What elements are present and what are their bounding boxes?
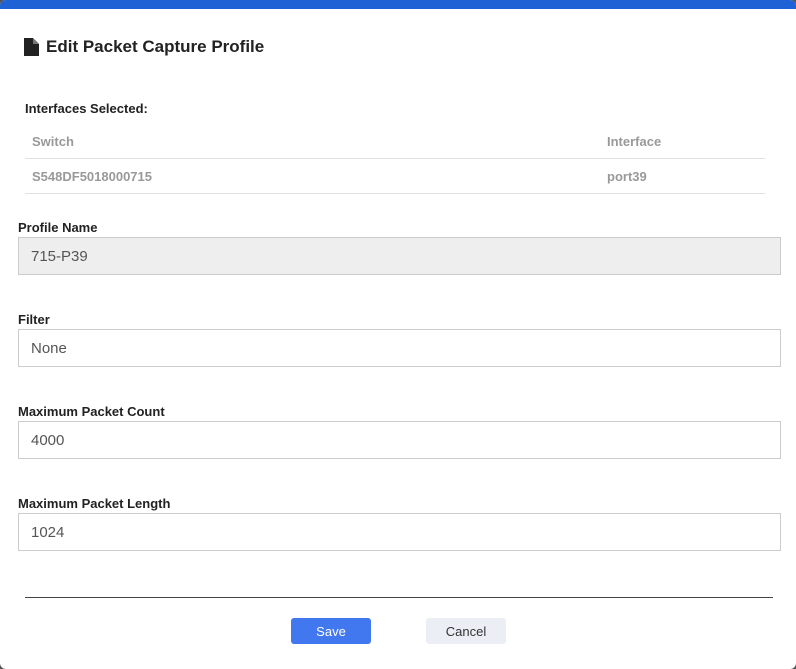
max-packet-length-input[interactable] (18, 513, 781, 551)
divider (25, 597, 773, 598)
column-switch: Switch (32, 133, 74, 149)
table-header: Switch Interface (25, 124, 765, 159)
profile-name-label: Profile Name (18, 220, 98, 235)
cell-interface: port39 (607, 168, 647, 184)
filter-label: Filter (18, 312, 50, 327)
dialog-header-bar (0, 0, 796, 9)
max-packet-count-input[interactable] (18, 421, 781, 459)
cancel-button[interactable]: Cancel (426, 618, 506, 644)
dialog-title-text: Edit Packet Capture Profile (46, 37, 265, 56)
max-packet-count-label: Maximum Packet Count (18, 404, 165, 419)
cell-switch: S548DF5018000715 (32, 168, 152, 184)
table-row: S548DF5018000715 port39 (25, 159, 765, 194)
filter-input[interactable] (18, 329, 781, 367)
profile-name-input[interactable] (18, 237, 781, 275)
edit-profile-dialog: Edit Packet Capture Profile Interfaces S… (0, 0, 796, 669)
save-button[interactable]: Save (291, 618, 371, 644)
file-icon (24, 38, 39, 56)
column-interface: Interface (607, 133, 662, 149)
max-packet-length-label: Maximum Packet Length (18, 496, 171, 511)
interfaces-table: Switch Interface S548DF5018000715 port39 (25, 124, 765, 194)
dialog-title: Edit Packet Capture Profile (24, 37, 264, 57)
interfaces-selected-label: Interfaces Selected: (25, 101, 148, 116)
